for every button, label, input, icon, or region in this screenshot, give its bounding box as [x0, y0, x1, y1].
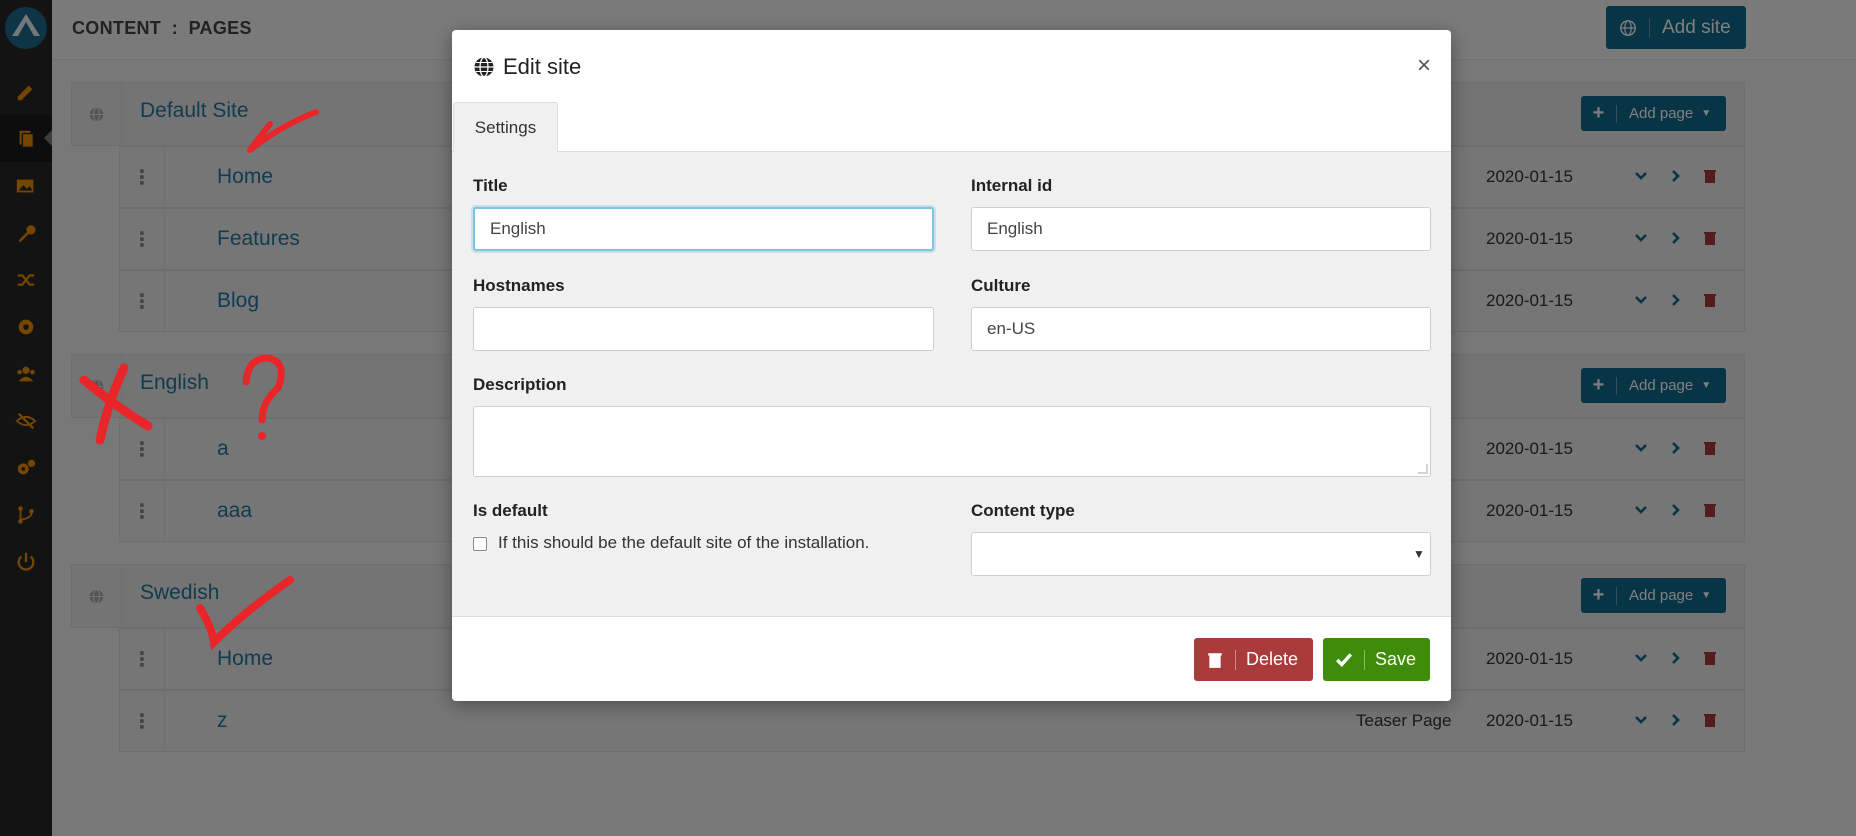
delete-label: Delete — [1246, 649, 1299, 669]
content-type-label: Content type — [971, 501, 1075, 520]
select-caret-icon: ▼ — [1413, 547, 1425, 561]
save-button[interactable]: Save — [1323, 638, 1430, 681]
check-icon — [1323, 649, 1365, 670]
is-default-label: Is default — [473, 501, 548, 520]
modal-title: Edit site — [473, 54, 581, 80]
hostnames-input[interactable] — [473, 307, 934, 351]
culture-input[interactable]: en-US — [971, 307, 1431, 351]
delete-button[interactable]: Delete — [1194, 638, 1313, 681]
edit-site-modal: Edit site × Title English Internal id En… — [452, 30, 1451, 701]
save-label: Save — [1375, 649, 1417, 669]
hostnames-label: Hostnames — [473, 276, 565, 295]
modal-body: Title English Internal id English Hostna… — [452, 151, 1451, 616]
description-textarea[interactable] — [473, 406, 1431, 477]
is-default-checkbox-label[interactable]: If this should be the default site of th… — [498, 533, 869, 553]
title-input[interactable]: English — [473, 207, 934, 251]
globe-icon — [474, 56, 494, 78]
modal-tabs: Settings — [452, 102, 1451, 182]
culture-label: Culture — [971, 276, 1031, 295]
modal-title-text: Edit site — [503, 54, 582, 79]
is-default-checkbox[interactable] — [473, 537, 487, 551]
close-icon[interactable]: × — [1417, 52, 1431, 80]
internal-id-input[interactable]: English — [971, 207, 1431, 251]
description-label: Description — [473, 375, 567, 394]
trash-icon — [1194, 649, 1236, 670]
resize-grip-icon[interactable] — [1418, 464, 1428, 474]
tab-settings[interactable]: Settings — [453, 102, 558, 152]
modal-footer: Delete Save — [452, 616, 1451, 701]
content-type-select[interactable] — [971, 532, 1431, 576]
